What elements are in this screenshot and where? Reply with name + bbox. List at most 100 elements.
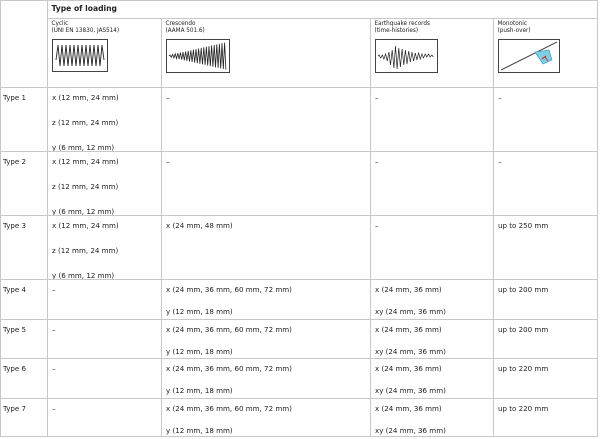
cell-value: – (375, 93, 379, 102)
table-cell-cyclic: x (12 mm, 24 mm) z (12 mm, 24 mm) y (6 mm,… (47, 151, 161, 216)
cell-value: – (166, 93, 170, 102)
type-label: Type 7 (3, 404, 27, 413)
type-label: Type 1 (3, 93, 27, 102)
loading-standard: (time-histories) (374, 27, 419, 34)
loading-header-crescendo: Crescendo (AAMA 501.6) (160, 18, 370, 90)
cell-value: x (24 mm, 48 mm) (166, 221, 233, 230)
table-cell-earthquake: x (24 mm, 36 mm) xy (24 mm, 36 mm) (370, 358, 493, 398)
cell-value: – (52, 404, 56, 413)
type-label-cell: Type 3 (0, 215, 47, 279)
type-label-cell: Type 2 (0, 151, 47, 215)
loading-types-table: Type of loading Cyclic (UNI EN 13830, JA… (0, 0, 599, 91)
earthquake-record-icon (374, 39, 438, 73)
corner-cell-lower (0, 19, 47, 91)
cell-value: xy (24 mm, 36 mm) (375, 347, 446, 356)
cell-value: x (24 mm, 36 mm) (375, 364, 442, 373)
loading-header-earthquake: Earthquake records (time-histories) (369, 18, 493, 90)
table-cell-earthquake: x (24 mm, 36 mm) xy (24 mm, 36 mm) (370, 319, 493, 358)
table-cell-monotonic: up to 200 mm (493, 279, 598, 319)
loading-name: Cyclic (51, 21, 69, 27)
cell-value: up to 220 mm (498, 364, 549, 373)
table-cell-cyclic: – (47, 358, 161, 398)
table-cell-earthquake: x (24 mm, 36 mm) xy (24 mm, 36 mm) (370, 398, 493, 437)
cell-value: up to 220 mm (498, 404, 549, 413)
cell-value: x (24 mm, 36 mm) (375, 404, 442, 413)
cell-value: – (52, 325, 56, 334)
type-label-cell: Type 6 (0, 358, 47, 398)
type-label: Type 2 (3, 157, 27, 166)
table-cell-cyclic: – (47, 319, 161, 358)
cell-value: up to 200 mm (498, 325, 549, 334)
cell-value: – (375, 221, 379, 230)
cell-value: z (12 mm, 24 mm) (52, 182, 119, 191)
cell-value: y (12 mm, 18 mm) (166, 386, 233, 395)
table-cell-crescendo: x (24 mm, 48 mm) (161, 215, 370, 279)
table-cell-crescendo: x (24 mm, 36 mm, 60 mm, 72 mm) y (12 mm, … (161, 398, 370, 437)
type-label-cell: Type 7 (0, 398, 47, 437)
cell-value: – (52, 285, 56, 294)
cell-value: x (24 mm, 36 mm, 60 mm, 72 mm) (166, 325, 292, 334)
corner-cell (0, 0, 47, 19)
cell-value: up to 200 mm (498, 285, 549, 294)
table-cell-cyclic: – (47, 398, 161, 437)
table-cell-crescendo: – (161, 151, 370, 215)
crescendo-waveform-icon (165, 39, 230, 73)
table-cell-monotonic: up to 220 mm (493, 398, 598, 437)
table-cell-earthquake: x (24 mm, 36 mm) xy (24 mm, 36 mm) (370, 279, 493, 319)
cell-value: xy (24 mm, 36 mm) (375, 307, 446, 316)
table-cell-monotonic: – (493, 87, 598, 151)
type-label: Type 4 (3, 285, 27, 294)
cell-value: – (498, 93, 502, 102)
loading-name: Monotonic (497, 21, 528, 27)
cell-value: xy (24 mm, 36 mm) (375, 386, 446, 395)
cell-value: – (375, 157, 379, 166)
cell-value: – (498, 157, 502, 166)
loading-name: Crescendo (165, 21, 196, 27)
type-label: Type 5 (3, 325, 27, 334)
table-cell-crescendo: x (24 mm, 36 mm, 60 mm, 72 mm) y (12 mm, … (161, 358, 370, 398)
cell-value: x (12 mm, 24 mm) (52, 221, 119, 230)
table-cell-earthquake: – (370, 151, 493, 215)
cell-value: y (12 mm, 18 mm) (166, 426, 233, 435)
table-cell-earthquake: – (370, 87, 493, 151)
loading-header-monotonic: Monotonic (push-over) (492, 18, 599, 90)
table-cell-crescendo: x (24 mm, 36 mm, 60 mm, 72 mm) y (12 mm, … (161, 319, 370, 358)
cell-value: x (24 mm, 36 mm) (375, 325, 442, 334)
table-cell-crescendo: x (24 mm, 36 mm, 60 mm, 72 mm) y (12 mm, … (161, 279, 370, 319)
cell-value: x (24 mm, 36 mm) (375, 285, 442, 294)
cell-value: x (24 mm, 36 mm, 60 mm, 72 mm) (166, 364, 292, 373)
cell-value: x (12 mm, 24 mm) (52, 93, 119, 102)
type-label-cell: Type 4 (0, 279, 47, 319)
table-cell-crescendo: – (161, 87, 370, 151)
type-label-cell: Type 5 (0, 319, 47, 358)
cell-value: z (12 mm, 24 mm) (52, 118, 119, 127)
loading-standard: (AAMA 501.6) (165, 27, 205, 34)
table-cell-cyclic: x (12 mm, 24 mm) z (12 mm, 24 mm) y (6 mm,… (47, 87, 161, 152)
cell-value: z (12 mm, 24 mm) (52, 246, 119, 255)
cyclic-waveform-icon (51, 39, 108, 72)
table-cell-monotonic: – (493, 151, 598, 215)
cell-value: y (12 mm, 18 mm) (166, 307, 233, 316)
cell-value: – (166, 157, 170, 166)
type-of-loading-heading: Type of loading (46, 0, 599, 19)
cell-value: – (52, 364, 56, 373)
cell-value: x (12 mm, 24 mm) (52, 157, 119, 166)
table-cell-monotonic: up to 250 mm (493, 215, 598, 279)
cell-value: x (24 mm, 36 mm, 60 mm, 72 mm) (166, 285, 292, 294)
loading-header-cyclic: Cyclic (UNI EN 13830, JAS514) (46, 18, 161, 90)
loading-standard: (push-over) (497, 27, 531, 34)
cell-value: up to 250 mm (498, 221, 549, 230)
type-label: Type 6 (3, 364, 27, 373)
type-label-cell: Type 1 (0, 87, 47, 151)
cell-value: x (24 mm, 36 mm, 60 mm, 72 mm) (166, 404, 292, 413)
cell-value: xy (24 mm, 36 mm) (375, 426, 446, 435)
table-cell-monotonic: up to 200 mm (493, 319, 598, 358)
table-cell-cyclic: – (47, 279, 161, 319)
table-cell-cyclic: x (12 mm, 24 mm) z (12 mm, 24 mm) y (6 mm,… (47, 215, 161, 280)
type-label: Type 3 (3, 221, 27, 230)
loading-name: Earthquake records (374, 21, 430, 27)
cell-value: y (12 mm, 18 mm) (166, 347, 233, 356)
monotonic-pushover-icon (497, 39, 560, 73)
table-cell-monotonic: up to 220 mm (493, 358, 598, 398)
table-cell-earthquake: – (370, 215, 493, 279)
